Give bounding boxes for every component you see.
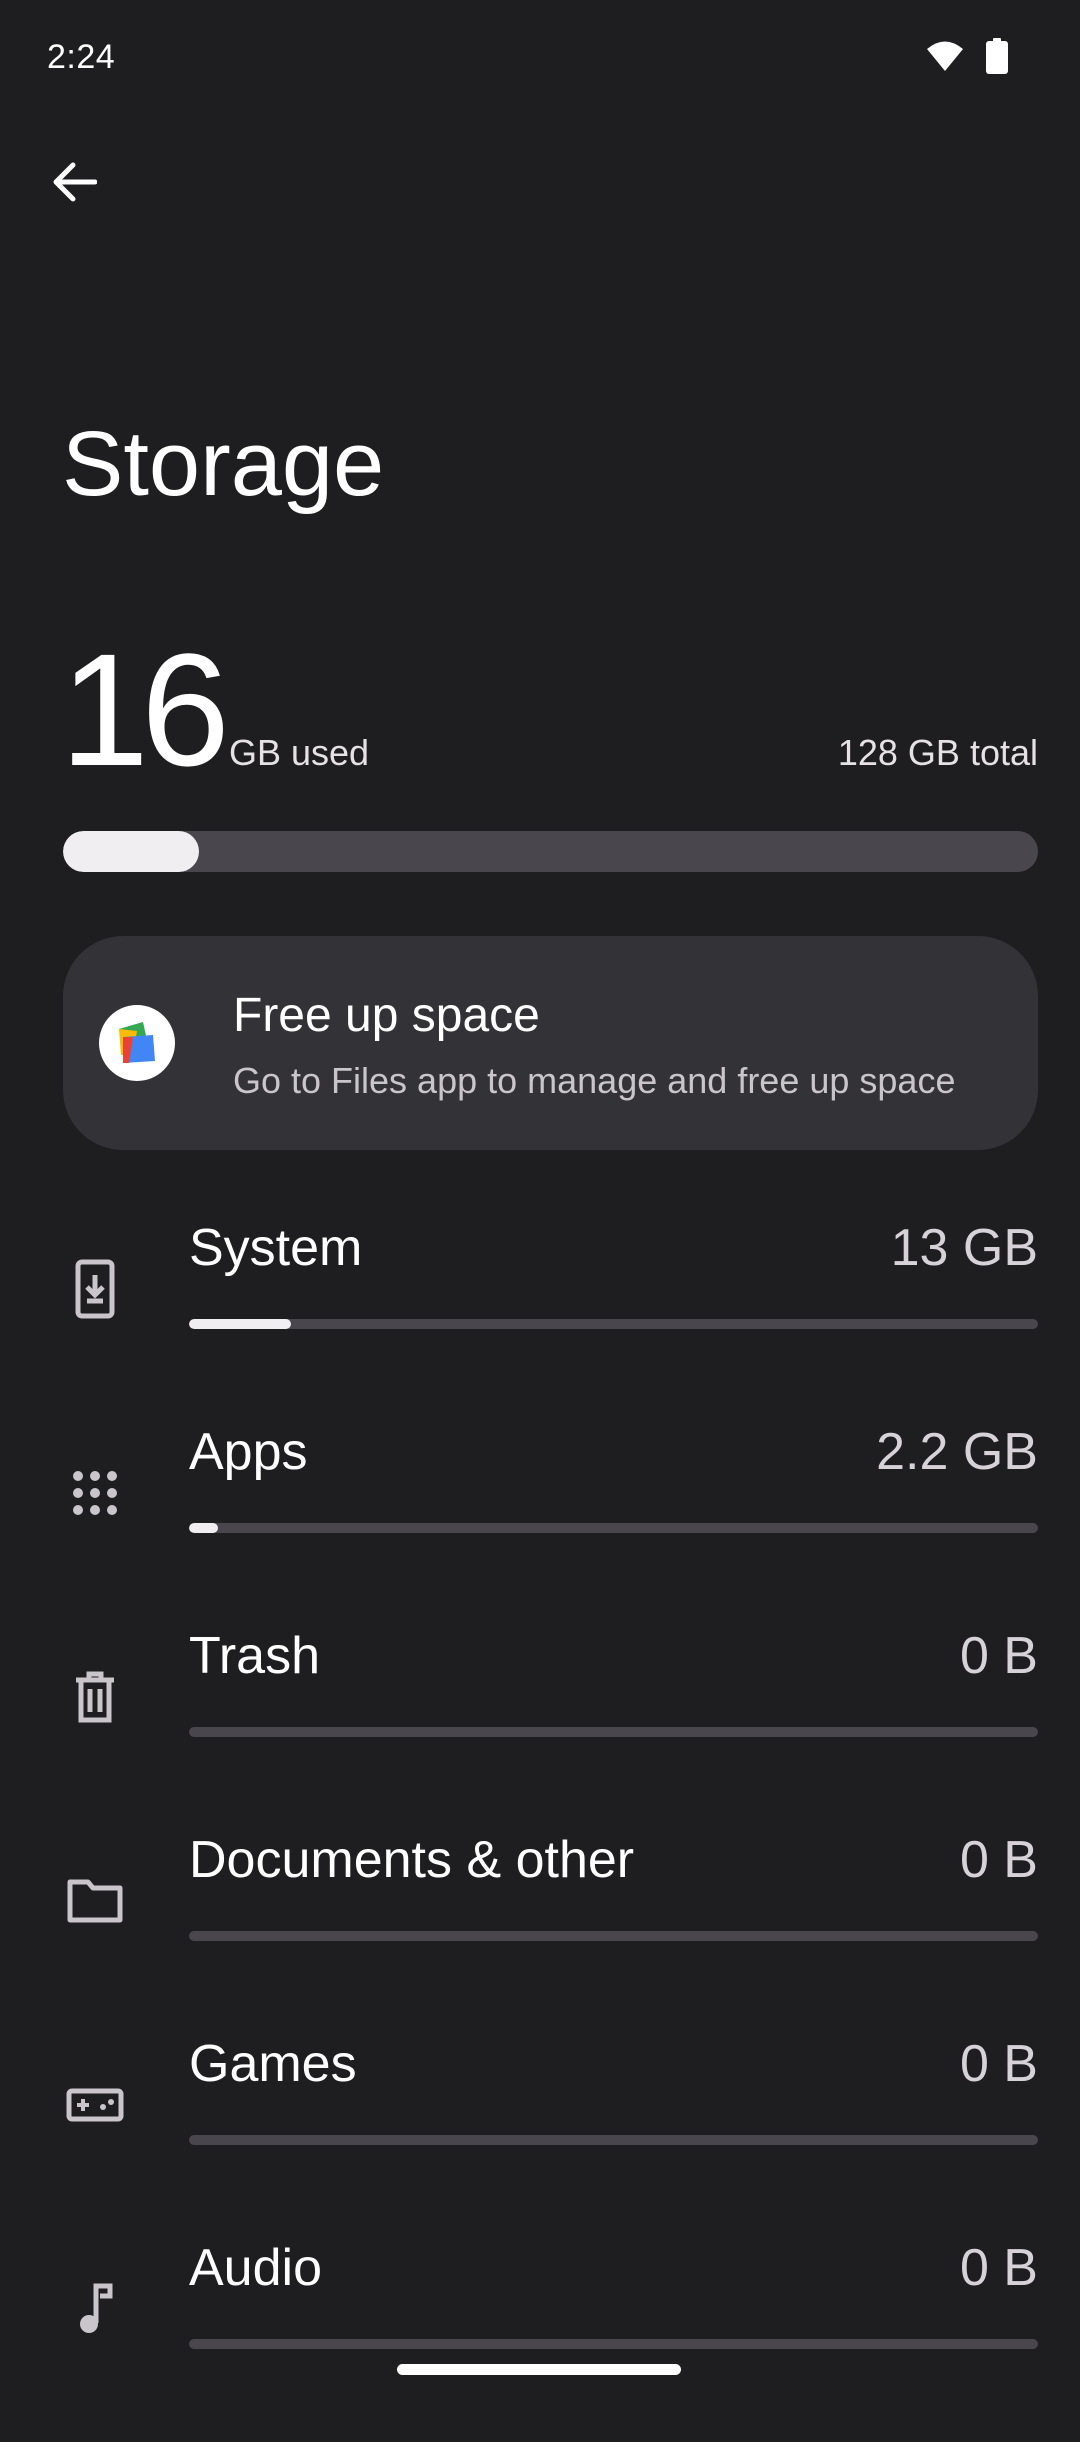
storage-category-system[interactable]: System 13 GB <box>0 1218 1080 1422</box>
folder-icon <box>62 1868 128 1934</box>
overall-storage-fill <box>63 831 199 872</box>
category-usage-bar <box>189 2339 1038 2349</box>
category-size: 0 B <box>959 1627 1038 1685</box>
category-usage-bar <box>189 1727 1038 1737</box>
gesture-nav-handle[interactable] <box>397 2364 681 2375</box>
category-label: Apps <box>189 1423 308 1481</box>
overall-storage-bar <box>63 831 1038 872</box>
status-icons <box>926 37 1008 79</box>
category-label: Audio <box>189 2239 322 2297</box>
category-usage-fill <box>189 1319 291 1329</box>
category-label: Games <box>189 2035 357 2093</box>
category-size: 2.2 GB <box>876 1423 1038 1481</box>
system-update-icon <box>62 1256 128 1322</box>
storage-category-documents[interactable]: Documents & other 0 B <box>0 1830 1080 2034</box>
wifi-icon <box>926 40 964 77</box>
category-size: 13 GB <box>890 1219 1038 1277</box>
back-button[interactable] <box>40 150 108 218</box>
category-usage-bar <box>189 1319 1038 1329</box>
status-time: 2:24 <box>47 38 116 76</box>
category-size: 0 B <box>959 2035 1038 2093</box>
category-label: Documents & other <box>189 1831 635 1889</box>
used-storage-unit: GB used <box>229 732 370 773</box>
category-size: 0 B <box>959 2239 1038 2297</box>
free-up-space-subtitle: Go to Files app to manage and free up sp… <box>233 1060 956 1101</box>
files-app-icon <box>99 1005 175 1081</box>
music-note-icon <box>62 2276 128 2342</box>
free-up-space-card[interactable]: Free up space Go to Files app to manage … <box>63 936 1038 1150</box>
apps-grid-icon <box>62 1460 128 1526</box>
battery-icon <box>986 37 1008 79</box>
status-bar: 2:24 <box>0 0 1080 118</box>
free-up-space-title: Free up space <box>233 989 540 1042</box>
category-size: 0 B <box>959 1831 1038 1889</box>
category-label: Trash <box>189 1627 320 1685</box>
category-usage-bar <box>189 1523 1038 1533</box>
arrow-back-icon <box>51 162 98 207</box>
category-usage-bar <box>189 1931 1038 1941</box>
gamepad-icon <box>62 2072 128 2138</box>
page-title: Storage <box>62 413 385 515</box>
storage-category-audio[interactable]: Audio 0 B <box>0 2238 1080 2442</box>
storage-category-apps[interactable]: Apps 2.2 GB <box>0 1422 1080 1626</box>
used-storage-value: 16 <box>60 620 230 799</box>
storage-category-games[interactable]: Games 0 B <box>0 2034 1080 2238</box>
storage-category-trash[interactable]: Trash 0 B <box>0 1626 1080 1830</box>
category-usage-fill <box>189 1523 218 1533</box>
category-label: System <box>189 1219 363 1277</box>
trash-icon <box>62 1664 128 1730</box>
total-storage-label: 128 GB total <box>837 732 1038 773</box>
category-usage-bar <box>189 2135 1038 2145</box>
